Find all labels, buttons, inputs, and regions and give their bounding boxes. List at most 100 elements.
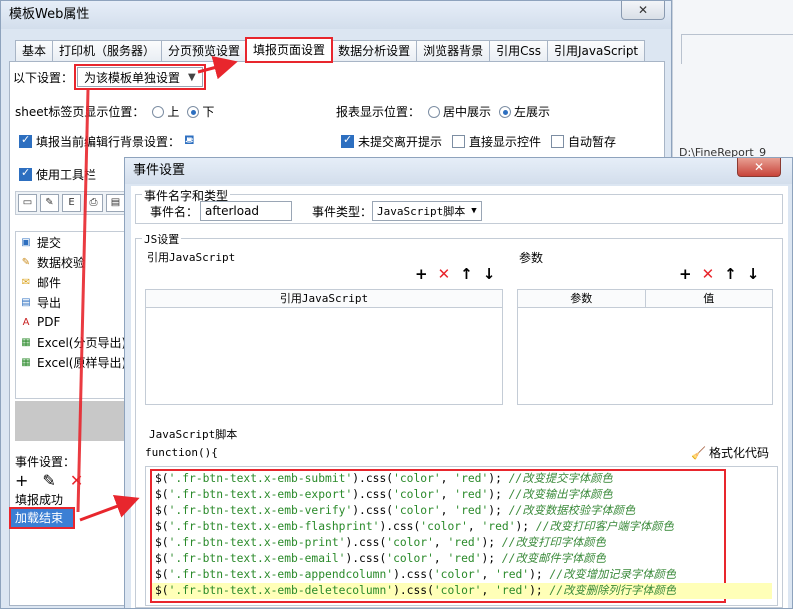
add-icon[interactable]: + <box>679 265 692 283</box>
event-item[interactable]: 填报成功 <box>11 491 128 509</box>
function-header: function(){ <box>145 446 218 459</box>
ref-js-label: 引用JavaScript <box>147 251 236 264</box>
tab-7[interactable]: 引用JavaScript <box>546 40 646 62</box>
edit-event-icon[interactable]: ✎ <box>42 471 55 490</box>
list-item-label: PDF <box>37 315 61 329</box>
export-icon: ▤ <box>21 296 31 308</box>
tab-6[interactable]: 引用Css <box>489 40 548 62</box>
email-icon: ✉ <box>21 276 31 288</box>
format-code-label: 格式化代码 <box>708 446 769 460</box>
report-pos-label: 报表显示位置： <box>336 105 421 119</box>
code-highlight-box: $('.fr-btn-text.x-emb-submit').css('colo… <box>150 469 772 603</box>
params-tools: + ✕ ↑ ↓ <box>679 265 759 283</box>
tab-0[interactable]: 基本 <box>15 40 54 62</box>
chevron-down-icon: ▼ <box>471 206 477 216</box>
report-pos-row: 报表显示位置： 居中展示 左展示 <box>336 103 550 120</box>
more-icon[interactable]: ▤ <box>106 194 125 212</box>
add-event-icon[interactable]: + <box>15 471 28 490</box>
ref-js-table: 引用JavaScript <box>145 289 503 405</box>
event-name-row: 事件名： afterload <box>150 201 293 221</box>
edit-icon[interactable]: ✎ <box>40 194 59 212</box>
list-item[interactable]: ▦ Excel(分页导出) <box>16 332 127 352</box>
tab-1[interactable]: 打印机（服务器） <box>52 40 163 62</box>
submit-icon: ▣ <box>21 236 31 248</box>
autosave-checkbox[interactable] <box>551 135 565 148</box>
fill-bg-label: 填报当前编辑行背景设置： <box>36 135 181 149</box>
list-item-label: 导出 <box>37 295 62 310</box>
close-button[interactable]: ✕ <box>621 1 665 20</box>
sheet-pos-bottom-radio[interactable] <box>187 105 200 118</box>
unsubmit-prompt-checkbox[interactable] <box>341 133 354 148</box>
ref-js-table-header: 引用JavaScript <box>146 290 502 308</box>
verify-icon: ✎ <box>21 256 31 268</box>
chevron-down-icon: ▼ <box>188 71 196 83</box>
report-pos-left-label: 左展示 <box>514 105 551 119</box>
list-item[interactable]: ✎ 数据校验 <box>16 252 127 272</box>
move-up-icon[interactable]: ↑ <box>724 265 737 283</box>
list-item-label: Excel(原样导出) <box>37 355 127 370</box>
delete-event-icon[interactable]: ✕ <box>70 471 83 490</box>
code-line: $('.fr-btn-text.x-emb-appendcolumn').css… <box>155 568 677 581</box>
event-list: 填报成功 加载结束 <box>9 491 128 601</box>
toolbar-preview: ▭ ✎ E ⎙ ▤ <box>15 191 128 215</box>
use-toolbar-checkbox[interactable] <box>19 166 32 181</box>
delete-icon[interactable]: ✕ <box>702 265 715 283</box>
sheet-pos-top-radio[interactable] <box>152 105 165 118</box>
list-item[interactable]: A PDF <box>16 312 127 332</box>
list-item-label: 提交 <box>37 235 62 250</box>
move-up-icon[interactable]: ↑ <box>460 265 473 283</box>
ref-js-tools: + ✕ ↑ ↓ <box>415 265 495 283</box>
direct-show-label: 直接显示控件 <box>469 135 542 149</box>
tab-3[interactable]: 填报页面设置 <box>245 37 334 63</box>
event-type-row: 事件类型： JavaScript脚本 ▼ <box>312 201 482 221</box>
paint-bucket-icon[interactable]: ⛾ <box>184 133 195 150</box>
direct-show-checkbox[interactable] <box>452 135 466 148</box>
broom-icon: 🧹 <box>691 445 706 460</box>
print-icon[interactable]: ⎙ <box>84 194 103 212</box>
move-down-icon[interactable]: ↓ <box>747 265 760 283</box>
excel-icon: ▦ <box>21 356 31 368</box>
ref-js-column-header: 引用JavaScript <box>279 292 369 305</box>
toolbar-button-list: ▣ 提交 ✎ 数据校验 ✉ 邮件 ▤ 导出 A PDF ▦ Excel(分页导出) ▦ Excel(原样导… <box>15 231 128 399</box>
settings-scope-value: 为该模板单独设置 <box>84 70 181 85</box>
tab-2[interactable]: 分页预览设置 <box>161 40 248 62</box>
format-code-button[interactable]: 🧹 格式化代码 <box>691 444 769 461</box>
code-line: $('.fr-btn-text.x-emb-verify').css('colo… <box>155 504 636 517</box>
list-item-label: Excel(分页导出) <box>37 335 127 350</box>
event-type-select[interactable]: JavaScript脚本 ▼ <box>372 201 482 221</box>
event-item[interactable]: 加载结束 <box>9 507 75 529</box>
list-item[interactable]: ▣ 提交 <box>16 232 127 252</box>
dialog-close-button[interactable]: ✕ <box>737 158 781 177</box>
sheet-pos-top-label: 上 <box>167 105 180 119</box>
code-line: $('.fr-btn-text.x-emb-submit').css('colo… <box>155 472 613 485</box>
js-settings-group-label: JS设置 <box>142 231 182 247</box>
tab-4[interactable]: 数据分析设置 <box>331 40 418 62</box>
save-icon[interactable]: ▭ <box>18 194 37 212</box>
window-title: 模板Web属性 <box>1 1 671 29</box>
fill-bg-checkbox[interactable] <box>19 133 32 148</box>
list-item[interactable]: ▤ 导出 <box>16 292 127 312</box>
code-line: $('.fr-btn-text.x-emb-print').css('color… <box>155 536 606 549</box>
export-icon[interactable]: E <box>62 194 81 212</box>
report-pos-center-radio[interactable] <box>428 105 441 118</box>
settings-scope-label: 以下设置： <box>13 70 74 85</box>
javascript-editor[interactable]: $('.fr-btn-text.x-emb-submit').css('colo… <box>145 466 778 606</box>
tab-5[interactable]: 浏览器背景 <box>416 40 491 62</box>
list-item[interactable]: ▦ Excel(原样导出) <box>16 352 127 372</box>
dialog-body: 事件名字和类型 事件名： afterload 事件类型： JavaScript脚… <box>131 186 788 608</box>
bg-divider <box>681 34 793 35</box>
delete-icon[interactable]: ✕ <box>438 265 451 283</box>
use-toolbar-label: 使用工具栏 <box>36 168 97 182</box>
unsubmit-prompt-label: 未提交离开提示 <box>358 135 443 149</box>
script-label: JavaScript脚本 <box>149 428 238 441</box>
use-toolbar-row: 使用工具栏 <box>19 166 96 183</box>
event-name-input[interactable]: afterload <box>200 201 293 221</box>
add-icon[interactable]: + <box>415 265 428 283</box>
sheet-pos-row: sheet标签页显示位置： 上 下 <box>15 103 214 120</box>
report-pos-left-radio[interactable] <box>499 105 512 118</box>
list-item[interactable]: ✉ 邮件 <box>16 272 127 292</box>
bg-divider <box>681 34 682 64</box>
move-down-icon[interactable]: ↓ <box>483 265 496 283</box>
event-name-label: 事件名： <box>150 204 199 219</box>
settings-scope-select[interactable]: 为该模板单独设置 ▼ <box>74 64 206 90</box>
